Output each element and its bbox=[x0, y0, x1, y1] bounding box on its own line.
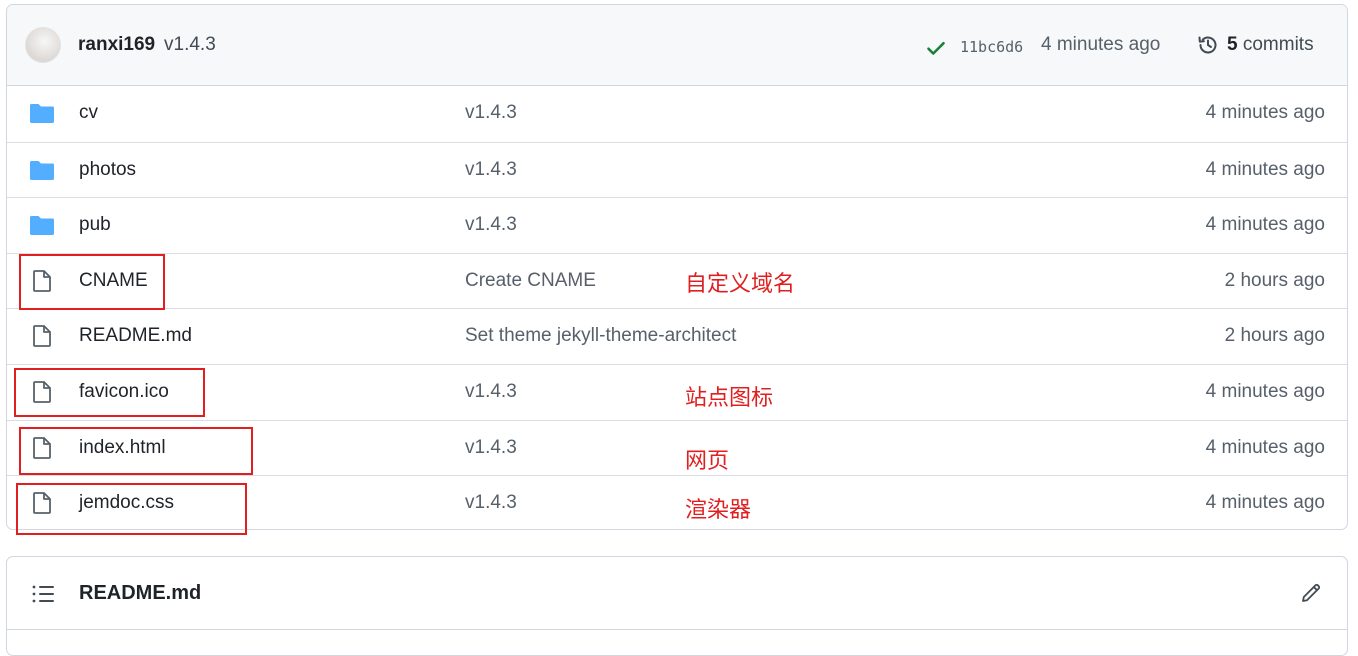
latest-commit-bar: ranxi169 v1.4.3 11bc6d6 4 minutes ago 5 … bbox=[7, 5, 1347, 86]
readme-panel: README.md bbox=[6, 556, 1348, 656]
file-row[interactable]: cv v1.4.3 4 minutes ago bbox=[7, 86, 1347, 141]
pencil-icon[interactable] bbox=[1299, 581, 1323, 605]
highlight-box-css bbox=[16, 483, 247, 535]
file-commit-message[interactable]: v1.4.3 bbox=[465, 381, 517, 403]
commit-time: 4 minutes ago bbox=[1041, 34, 1161, 55]
file-row[interactable]: pub v1.4.3 4 minutes ago bbox=[7, 197, 1347, 252]
commit-message[interactable]: v1.4.3 bbox=[164, 34, 216, 56]
annotation-css: 渲染器 bbox=[685, 498, 752, 523]
folder-icon bbox=[29, 213, 55, 237]
highlight-box-cname bbox=[19, 254, 165, 310]
highlight-box-favicon bbox=[14, 368, 205, 417]
history-icon bbox=[1198, 36, 1217, 54]
list-icon[interactable] bbox=[31, 583, 55, 605]
commit-sha[interactable]: 11bc6d6 bbox=[960, 38, 1023, 56]
highlight-box-index bbox=[19, 427, 253, 475]
file-name[interactable]: README.md bbox=[79, 325, 192, 347]
readme-title[interactable]: README.md bbox=[79, 582, 201, 605]
file-commit-message[interactable]: v1.4.3 bbox=[465, 159, 517, 181]
file-commit-message[interactable]: Set theme jekyll-theme-architect bbox=[465, 325, 736, 347]
file-commit-message[interactable]: Create CNAME bbox=[465, 270, 596, 292]
file-commit-time: 4 minutes ago bbox=[1205, 381, 1325, 402]
folder-icon bbox=[29, 158, 55, 182]
commits-count: 5 bbox=[1227, 34, 1238, 55]
file-commit-time: 4 minutes ago bbox=[1205, 159, 1325, 180]
folder-icon bbox=[29, 101, 55, 125]
file-commit-message[interactable]: v1.4.3 bbox=[465, 492, 517, 514]
file-commit-message[interactable]: v1.4.3 bbox=[465, 102, 517, 124]
file-commit-time: 4 minutes ago bbox=[1205, 492, 1325, 513]
file-row[interactable]: favicon.ico v1.4.3 4 minutes ago bbox=[7, 364, 1347, 419]
file-commit-time: 4 minutes ago bbox=[1205, 214, 1325, 235]
annotation-index: 网页 bbox=[685, 449, 730, 474]
file-commit-message[interactable]: v1.4.3 bbox=[465, 437, 517, 459]
annotation-favicon: 站点图标 bbox=[685, 386, 774, 411]
file-commit-time: 2 hours ago bbox=[1224, 325, 1325, 346]
file-row[interactable]: CNAME Create CNAME 2 hours ago bbox=[7, 253, 1347, 308]
file-name[interactable]: cv bbox=[79, 102, 98, 124]
file-commit-time: 2 hours ago bbox=[1224, 270, 1325, 291]
file-name[interactable]: pub bbox=[79, 214, 111, 236]
commit-author[interactable]: ranxi169 bbox=[78, 34, 155, 56]
commits-label: commits bbox=[1242, 34, 1314, 55]
file-commit-time: 4 minutes ago bbox=[1205, 437, 1325, 458]
readme-header: README.md bbox=[7, 557, 1347, 630]
avatar[interactable] bbox=[25, 27, 61, 63]
file-row[interactable]: README.md Set theme jekyll-theme-architec… bbox=[7, 308, 1347, 363]
file-icon bbox=[29, 324, 55, 348]
file-commit-message[interactable]: v1.4.3 bbox=[465, 214, 517, 236]
check-icon[interactable] bbox=[925, 37, 947, 59]
annotation-cname: 自定义域名 bbox=[685, 272, 796, 297]
file-row[interactable]: photos v1.4.3 4 minutes ago bbox=[7, 142, 1347, 197]
file-name[interactable]: photos bbox=[79, 159, 136, 181]
commits-history-link[interactable]: 5 commits bbox=[1196, 33, 1314, 57]
file-commit-time: 4 minutes ago bbox=[1205, 102, 1325, 123]
